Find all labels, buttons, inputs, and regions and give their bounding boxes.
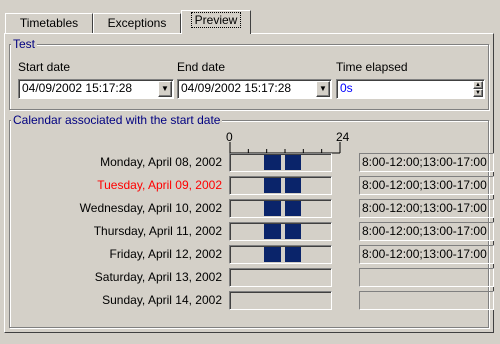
test-group — [9, 44, 489, 110]
end-date-field[interactable]: 04/09/2002 15:17:28 — [177, 79, 332, 99]
day-hours-text — [359, 291, 494, 310]
day-timeline-bar — [229, 199, 332, 218]
day-timeline-bar — [229, 245, 332, 264]
work-period-segment — [284, 155, 302, 170]
start-date-label: Start date — [18, 60, 71, 74]
test-group-title: Test — [11, 37, 38, 51]
day-timeline-bar — [229, 222, 332, 241]
day-label: Saturday, April 13, 2002 — [94, 270, 222, 284]
work-period-segment — [284, 201, 302, 216]
work-period-segment — [284, 247, 302, 262]
tab-exceptions-label: Exceptions — [107, 16, 167, 30]
time-elapsed-field[interactable]: 0s — [336, 79, 485, 99]
tab-timetables-label: Timetables — [19, 16, 79, 30]
spin-down-icon: ▼ — [475, 90, 481, 96]
day-hours-text: 8:00-12:00;13:00-17:00 — [359, 222, 494, 241]
time-elapsed-label: Time elapsed — [336, 60, 408, 74]
tab-timetables[interactable]: Timetables — [5, 13, 93, 33]
day-hours-text — [359, 268, 494, 287]
day-hours-text: 8:00-12:00;13:00-17:00 — [359, 176, 494, 195]
day-timeline-bar — [229, 153, 332, 172]
work-period-segment — [264, 201, 281, 216]
work-period-segment — [264, 247, 281, 262]
day-label: Thursday, April 11, 2002 — [93, 224, 222, 238]
end-date-dropdown-button[interactable]: ▼ — [316, 81, 330, 97]
tab-preview[interactable]: Preview — [181, 10, 251, 34]
day-timeline-bar — [229, 268, 332, 287]
day-label: Sunday, April 14, 2002 — [102, 293, 222, 307]
end-date-label: End date — [177, 60, 226, 74]
day-timeline-bar — [229, 291, 332, 310]
start-date-field[interactable]: 04/09/2002 15:17:28 — [18, 79, 174, 99]
time-elapsed-spin-down[interactable]: ▼ — [473, 89, 483, 97]
tab-exceptions[interactable]: Exceptions — [93, 13, 181, 33]
day-hours-text: 8:00-12:00;13:00-17:00 — [359, 199, 494, 218]
day-label: Wednesday, April 10, 2002 — [79, 201, 222, 215]
day-label: Friday, April 12, 2002 — [109, 247, 222, 261]
start-date-value: 04/09/2002 15:17:28 — [22, 81, 133, 95]
day-label: Tuesday, April 09, 2002 — [97, 178, 222, 192]
day-hours-text: 8:00-12:00;13:00-17:00 — [359, 245, 494, 264]
end-date-value: 04/09/2002 15:17:28 — [181, 81, 292, 95]
tab-preview-label: Preview — [190, 12, 242, 28]
calendar-group-title: Calendar associated with the start date — [11, 113, 223, 127]
work-period-segment — [264, 178, 281, 193]
work-period-segment — [284, 224, 302, 239]
chevron-down-icon: ▼ — [161, 84, 169, 93]
work-period-segment — [284, 178, 302, 193]
day-hours-text: 8:00-12:00;13:00-17:00 — [359, 153, 494, 172]
chevron-down-icon: ▼ — [319, 84, 327, 93]
day-timeline-bar — [229, 176, 332, 195]
spin-up-icon: ▲ — [475, 82, 481, 88]
start-date-dropdown-button[interactable]: ▼ — [158, 81, 172, 97]
work-period-segment — [264, 224, 281, 239]
day-label: Monday, April 08, 2002 — [100, 155, 222, 169]
work-period-segment — [264, 155, 281, 170]
time-elapsed-spin-up[interactable]: ▲ — [473, 81, 483, 89]
time-elapsed-value: 0s — [340, 81, 353, 95]
